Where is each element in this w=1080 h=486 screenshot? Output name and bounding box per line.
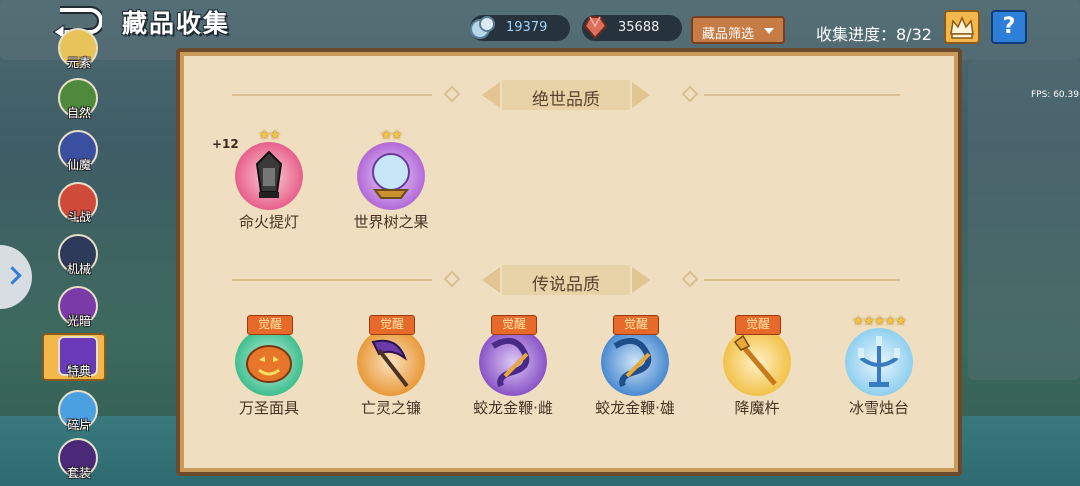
sidebar-item-element[interactable]: 元素	[54, 26, 104, 76]
pumpkin-mask-icon	[235, 328, 303, 396]
item-name: 冰雪烛台	[848, 399, 909, 417]
sidebar-item-light-dark[interactable]: 光暗	[54, 284, 104, 334]
crown-icon	[950, 16, 974, 39]
sidebar-item-label: 仙魔	[66, 158, 91, 172]
collection-item[interactable]: 觉醒 亡灵之镰	[336, 310, 446, 420]
awakened-badge: 觉醒	[369, 315, 415, 335]
item-name: 亡灵之镰	[360, 399, 421, 417]
collection-item[interactable]: 觉醒 蛟龙金鞭·雌	[458, 310, 568, 420]
section-title: 传说品质	[532, 275, 600, 295]
enhance-level: +12	[212, 137, 239, 151]
awakened-badge: 觉醒	[613, 315, 659, 335]
sidebar-item-immortal-demon[interactable]: 仙魔	[54, 128, 104, 178]
ore-amount: 19379	[506, 20, 548, 35]
chevron-right-icon	[3, 266, 22, 285]
sidebar-item-label: 特典	[66, 364, 91, 378]
sidebar-item-label: 机械	[66, 262, 91, 276]
sidebar-item-sets[interactable]: 套装	[54, 436, 104, 486]
collection-rewards-button[interactable]	[944, 10, 980, 44]
section-title: 绝世品质	[532, 90, 600, 110]
sidebar-item-fragments[interactable]: 碎片	[54, 388, 104, 438]
dragon-whip-icon	[601, 328, 669, 396]
help-button[interactable]: ?	[991, 10, 1027, 44]
fps-counter: FPS: 60.39	[1031, 90, 1079, 100]
section-title-plate: 绝世品质	[480, 78, 652, 112]
awakened-badge: 觉醒	[735, 315, 781, 335]
section-header-legendary: 传说品质	[180, 263, 958, 297]
section-header-peerless: 绝世品质	[180, 78, 958, 112]
sidebar-item-label: 光暗	[66, 314, 91, 328]
sidebar-expand-button[interactable]	[0, 245, 32, 309]
gem-amount: 35688	[618, 20, 660, 35]
star-rating: ★★★★★	[852, 314, 906, 329]
sidebar-item-label: 斗战	[66, 210, 91, 224]
page-title: 藏品收集	[122, 9, 231, 38]
vajra-icon	[723, 328, 791, 396]
filter-label: 藏品筛选	[702, 27, 755, 42]
collection-item[interactable]: ★★★★★ 冰雪烛台	[824, 310, 934, 420]
collection-filter-dropdown[interactable]: 藏品筛选	[691, 16, 785, 44]
item-name: 命火提灯	[238, 213, 299, 231]
lantern-icon	[235, 142, 303, 210]
star-rating: ★★	[380, 128, 402, 143]
ore-currency: 19379	[470, 15, 570, 41]
gem-currency: 35688	[582, 15, 682, 41]
background-pillar	[968, 60, 1080, 380]
candelabra-icon	[845, 328, 913, 396]
gem-icon	[583, 16, 608, 40]
crystal-orb-icon	[357, 142, 425, 210]
collection-panel: 绝世品质 ★★ +12 命火提灯 ★★ 世界树之果 传说品质 觉醒 万圣面具 觉…	[176, 48, 962, 476]
sidebar-item-label: 套装	[66, 466, 91, 480]
sidebar-item-machine[interactable]: 机械	[54, 232, 104, 282]
sidebar-item-special[interactable]: 特典	[54, 334, 104, 384]
awakened-badge: 觉醒	[491, 315, 537, 335]
item-name: 降魔杵	[734, 399, 780, 417]
dragon-whip-icon	[479, 328, 547, 396]
collection-item[interactable]: 觉醒 蛟龙金鞭·雄	[580, 310, 690, 420]
section-title-plate: 传说品质	[480, 263, 652, 297]
collection-item[interactable]: 觉醒 降魔杵	[702, 310, 812, 420]
sidebar-item-label: 元素	[66, 56, 91, 70]
awakened-badge: 觉醒	[247, 315, 293, 335]
sidebar-item-battle[interactable]: 斗战	[54, 180, 104, 230]
sidebar-item-label: 自然	[66, 106, 91, 120]
item-name: 蛟龙金鞭·雌	[473, 399, 553, 417]
sidebar-item-label: 碎片	[66, 418, 91, 432]
collection-progress: 收集进度：8/32	[816, 25, 932, 44]
item-name: 世界树之果	[353, 213, 429, 231]
collection-item[interactable]: ★★ 世界树之果	[336, 124, 446, 234]
collection-item[interactable]: 觉醒 万圣面具	[214, 310, 324, 420]
item-name: 万圣面具	[238, 399, 299, 417]
chevron-down-icon	[764, 28, 774, 34]
ore-icon	[470, 16, 495, 39]
scythe-icon	[357, 328, 425, 396]
item-name: 蛟龙金鞭·雄	[595, 399, 675, 417]
sidebar-item-nature[interactable]: 自然	[54, 76, 104, 126]
collection-item[interactable]: ★★ +12 命火提灯	[212, 124, 324, 234]
